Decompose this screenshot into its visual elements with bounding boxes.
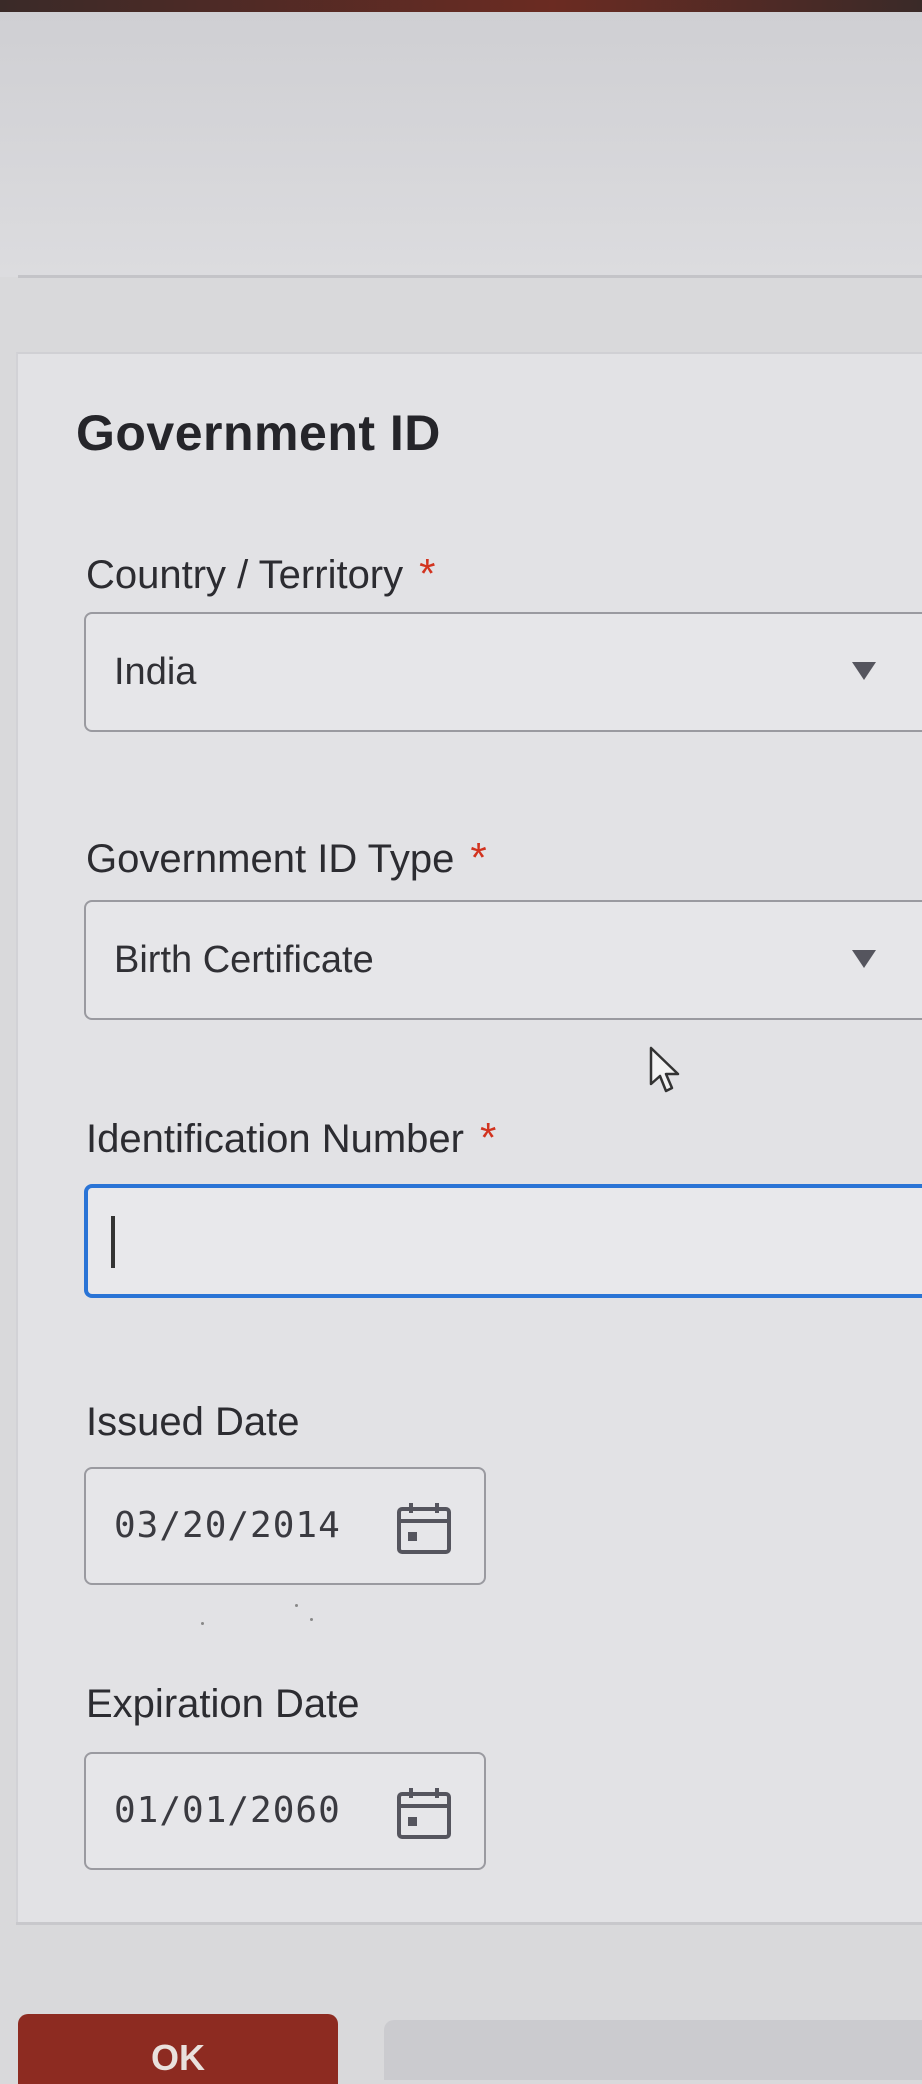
- country-label: Country / Territory *: [86, 550, 436, 598]
- calendar-icon[interactable]: [396, 1501, 452, 1555]
- expiration-date-label: Expiration Date: [86, 1682, 359, 1727]
- expiration-date-field[interactable]: 01/01/2060: [84, 1752, 486, 1870]
- id-number-label-text: Identification Number: [86, 1117, 464, 1161]
- required-marker: *: [470, 834, 487, 881]
- issued-date-label-text: Issued Date: [86, 1400, 300, 1444]
- issued-date-label: Issued Date: [86, 1400, 299, 1445]
- issued-date-value: 03/20/2014: [114, 1505, 341, 1546]
- mouse-cursor-icon: [649, 1046, 680, 1093]
- section-title: Government ID: [76, 405, 441, 461]
- calendar-icon[interactable]: [396, 1786, 452, 1840]
- id-type-label: Government ID Type *: [86, 834, 487, 882]
- expiration-date-value: 01/01/2060: [114, 1790, 341, 1831]
- country-select[interactable]: India: [84, 612, 922, 732]
- issued-date-field[interactable]: 03/20/2014: [84, 1467, 486, 1585]
- screen-speck: [295, 1604, 298, 1607]
- id-number-input[interactable]: [84, 1184, 922, 1298]
- chevron-down-icon[interactable]: [852, 950, 876, 968]
- screen-speck: [201, 1622, 204, 1625]
- id-type-select[interactable]: Birth Certificate: [84, 900, 922, 1020]
- expiration-date-label-text: Expiration Date: [86, 1682, 360, 1726]
- window-top-strip: [0, 0, 922, 12]
- secondary-button[interactable]: [384, 2020, 922, 2080]
- panel-bottom-divider: [16, 1922, 922, 1925]
- id-type-select-value: Birth Certificate: [114, 939, 374, 981]
- country-select-value: India: [114, 651, 197, 693]
- id-number-label: Identification Number *: [86, 1114, 496, 1162]
- required-marker: *: [479, 1114, 497, 1161]
- text-caret: [111, 1216, 115, 1268]
- header-divider: [18, 275, 922, 278]
- ok-button[interactable]: OK: [18, 2014, 338, 2084]
- screen-speck: [310, 1618, 313, 1621]
- country-label-text: Country / Territory: [86, 553, 404, 597]
- required-marker: *: [419, 550, 436, 597]
- id-type-label-text: Government ID Type: [86, 837, 455, 881]
- header-area: [0, 12, 922, 277]
- chevron-down-icon[interactable]: [852, 662, 876, 680]
